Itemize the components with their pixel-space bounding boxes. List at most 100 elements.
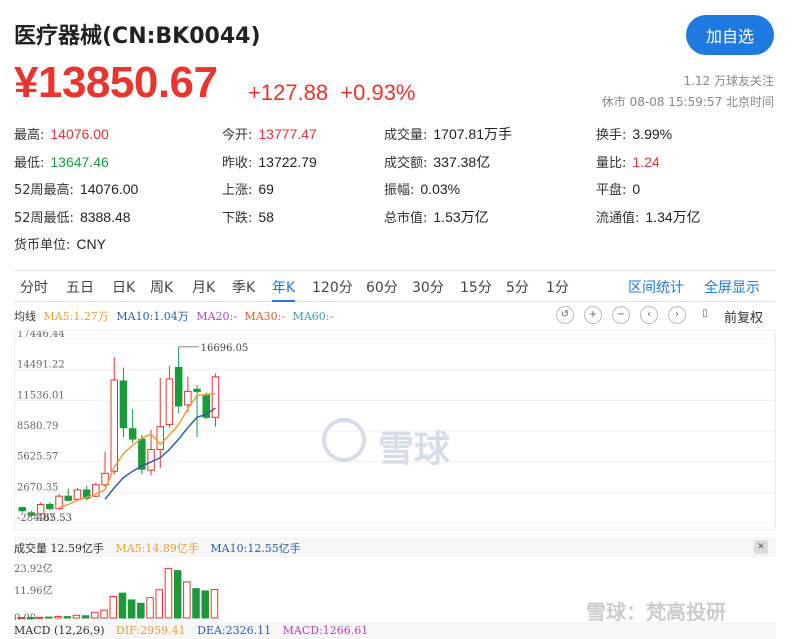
- scroll-left-icon[interactable]: ‹: [640, 306, 658, 324]
- followers-count: 1.12 万球友关注: [683, 74, 774, 88]
- volume-bar: [183, 581, 191, 619]
- volume-bar: [127, 599, 136, 619]
- stat-value: 0.03%: [420, 181, 461, 197]
- volume-bar: [63, 616, 71, 619]
- tab-7[interactable]: 120分: [312, 277, 353, 297]
- stat-label: 成交量:: [384, 128, 428, 143]
- stat-value: 337.38亿: [433, 153, 491, 170]
- add-to-watchlist-button[interactable]: 加自选: [686, 15, 774, 55]
- macd-dif: DIF:2959.41: [116, 624, 186, 637]
- stat-item: 平盘: 0: [596, 179, 640, 198]
- ma5-line: [58, 392, 216, 509]
- volume-bar: [109, 596, 117, 619]
- stat-item: 总市值: 1.53万亿: [384, 207, 489, 227]
- tab-6[interactable]: 年K: [272, 277, 296, 302]
- stat-label: 下跌:: [222, 210, 253, 226]
- volume-label: 成交量 12.59亿手: [14, 542, 104, 555]
- stat-label: 量比:: [596, 155, 627, 171]
- stat-label: 货币单位:: [14, 238, 71, 253]
- volume-bar: [192, 588, 200, 619]
- price-adjust-select[interactable]: 前复权: [724, 307, 763, 326]
- tab-1[interactable]: 五日: [66, 277, 94, 297]
- ma10-value: MA10:1.04万: [116, 310, 189, 323]
- stat-label: 最低:: [14, 155, 45, 171]
- stat-label: 52周最高:: [14, 183, 74, 198]
- stat-item: 52周最低: 8388.48: [14, 207, 131, 226]
- stat-value: 13722.79: [258, 153, 317, 170]
- tab-5[interactable]: 季K: [232, 277, 255, 297]
- ma-legend: 均线 MA5:1.27万 MA10:1.04万 MA20:- MA30:- MA…: [14, 308, 337, 324]
- volume-bar: [72, 614, 81, 619]
- volume-bar: [91, 611, 99, 619]
- stat-label: 振幅:: [384, 183, 415, 198]
- candle-body: [18, 507, 26, 512]
- tab-4[interactable]: 月K: [192, 277, 215, 297]
- market-status: 休市 08-08 15:59:57 北京时间: [601, 95, 774, 109]
- volume-ma10: MA10:12.55亿手: [210, 542, 301, 555]
- stat-item: 今开: 13777.47: [222, 124, 317, 143]
- tab-9[interactable]: 30分: [412, 277, 444, 297]
- range-stats-link[interactable]: 区间统计: [628, 277, 684, 297]
- volume-bar: [173, 570, 182, 619]
- stat-label: 最高:: [14, 128, 45, 143]
- fullscreen-link[interactable]: 全屏显示: [704, 277, 760, 297]
- candle-body: [165, 378, 174, 426]
- stat-label: 成交额:: [384, 155, 428, 171]
- stat-label: 52周最低:: [14, 210, 74, 226]
- y-tick-label: 2670.35: [17, 482, 58, 493]
- tab-12[interactable]: 1分: [546, 277, 569, 297]
- stat-item: 52周最高: 14076.00: [14, 179, 138, 198]
- stat-item: 最高: 14076.00: [14, 124, 109, 143]
- zoom-out-icon[interactable]: −: [612, 306, 630, 324]
- current-price: ¥13850.67: [14, 58, 218, 107]
- stat-item: 换手: 3.99%: [596, 124, 672, 143]
- candle-icon[interactable]: ▯: [696, 306, 714, 324]
- tab-2[interactable]: 日K: [112, 277, 135, 297]
- candle-body: [46, 503, 54, 510]
- zoom-in-icon[interactable]: +: [584, 306, 602, 324]
- stat-value: 1.53万亿: [433, 208, 489, 225]
- stat-value: 14076.00: [79, 181, 139, 197]
- volume-ma5: MA5:14.89亿手: [115, 542, 199, 555]
- watermark-text: 雪球: [378, 429, 451, 470]
- volume-bar: [81, 615, 90, 619]
- tab-0[interactable]: 分时: [20, 277, 48, 297]
- ma5-value: MA5:1.27万: [43, 310, 109, 323]
- footer-watermark: 雪球：梵高投研: [586, 600, 726, 624]
- stat-value: 8388.48: [79, 208, 131, 225]
- tab-10[interactable]: 15分: [460, 277, 492, 297]
- watermark-logo-icon: [322, 418, 366, 462]
- candle-body: [119, 380, 128, 429]
- stat-label: 换手:: [596, 128, 627, 143]
- tab-11[interactable]: 5分: [506, 277, 529, 297]
- reset-icon[interactable]: ↺: [556, 306, 574, 324]
- stat-value: CNY: [76, 236, 106, 252]
- ma-label: 均线: [14, 310, 36, 323]
- candle-body: [73, 489, 82, 500]
- candle-body: [174, 367, 183, 407]
- stat-value: 1.24: [632, 153, 660, 170]
- stat-value: 1707.81万手: [433, 126, 512, 142]
- volume-tick-label: 11.96亿: [14, 584, 53, 597]
- macd-value: MACD:1266.61: [282, 624, 369, 637]
- stat-item: 量比: 1.24: [596, 152, 660, 171]
- tab-3[interactable]: 周K: [150, 277, 173, 297]
- price-change: +127.88 +0.93%: [248, 80, 422, 106]
- volume-bar: [100, 609, 108, 619]
- candle-body: [147, 448, 155, 471]
- y-tick-label: 17446.44: [17, 331, 65, 340]
- scroll-right-icon[interactable]: ›: [668, 306, 686, 324]
- volume-bar: [54, 615, 62, 619]
- ma60-value: MA60:-: [292, 310, 334, 323]
- macd-label: MACD (12,26,9): [14, 624, 105, 637]
- stat-item: 货币单位: CNY: [14, 234, 106, 253]
- close-volume-icon[interactable]: ✕: [754, 540, 768, 554]
- candle-body: [193, 388, 201, 392]
- candle-body: [184, 390, 192, 406]
- stat-value: 1.34万亿: [645, 208, 701, 225]
- volume-legend: 成交量 12.59亿手 MA5:14.89亿手 MA10:12.55亿手 ✕: [14, 537, 776, 557]
- y-tick-label: 8580.79: [17, 421, 58, 432]
- stat-label: 流通值:: [596, 210, 640, 226]
- stat-label: 昨收:: [222, 155, 253, 171]
- tab-8[interactable]: 60分: [366, 277, 398, 297]
